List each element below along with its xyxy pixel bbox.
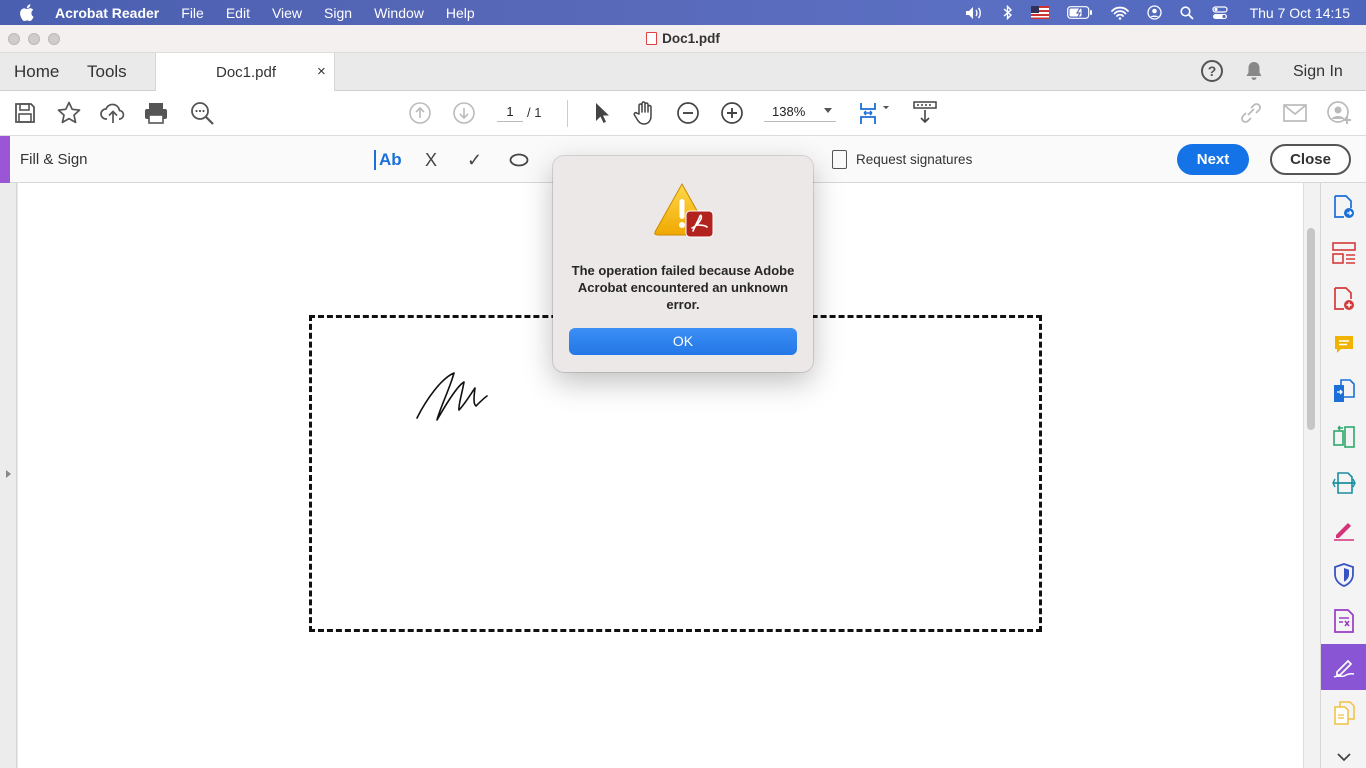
user-account-icon[interactable] xyxy=(1146,5,1162,20)
tab-document[interactable]: Doc1.pdf × xyxy=(155,53,335,91)
zoom-out-icon[interactable] xyxy=(675,100,701,126)
tab-document-label: Doc1.pdf xyxy=(216,64,277,81)
zoom-in-icon[interactable] xyxy=(719,100,745,126)
ellipse-tool-icon[interactable] xyxy=(509,148,529,172)
checkmark-tool[interactable]: ✓ xyxy=(467,148,482,172)
zoom-level-value: 138% xyxy=(772,104,806,119)
spotlight-search-icon[interactable] xyxy=(1179,5,1194,20)
menu-bar: Acrobat Reader File Edit View Sign Windo… xyxy=(0,0,1366,25)
help-icon[interactable]: ? xyxy=(1201,60,1223,82)
previous-page-icon[interactable] xyxy=(407,100,433,126)
window-title-text: Doc1.pdf xyxy=(662,31,720,46)
document-icon xyxy=(832,150,847,169)
menu-sign[interactable]: Sign xyxy=(324,5,352,21)
volume-icon[interactable] xyxy=(965,6,985,20)
protect-shield-icon[interactable] xyxy=(1332,563,1356,587)
window-title: Doc1.pdf xyxy=(0,31,1366,46)
page-number-input[interactable]: 1 xyxy=(497,104,523,122)
add-text-tool-label: Ab xyxy=(379,150,402,169)
request-signatures-label: Request signatures xyxy=(856,152,973,167)
tab-row: Home Tools Doc1.pdf × ? Sign In xyxy=(0,53,1366,91)
menu-edit[interactable]: Edit xyxy=(226,5,250,21)
apple-menu-icon[interactable] xyxy=(19,4,41,21)
find-search-icon[interactable] xyxy=(189,100,215,126)
export-pdf-icon[interactable] xyxy=(1332,195,1356,219)
window-title-bar: Doc1.pdf xyxy=(0,25,1366,53)
menu-view[interactable]: View xyxy=(272,5,302,21)
battery-icon[interactable] xyxy=(1066,6,1093,19)
scroll-mode-icon[interactable] xyxy=(912,100,938,126)
compare-files-icon[interactable] xyxy=(1332,425,1356,449)
cross-mark-tool[interactable]: X xyxy=(425,148,437,172)
warning-icon xyxy=(654,182,714,238)
menu-help[interactable]: Help xyxy=(446,5,475,21)
add-text-tool[interactable]: Ab xyxy=(374,148,402,172)
share-link-icon[interactable] xyxy=(1238,100,1264,126)
share-with-user-icon[interactable] xyxy=(1326,100,1352,126)
more-tools-icon[interactable] xyxy=(1332,701,1356,725)
select-cursor-icon[interactable] xyxy=(588,100,614,126)
page-display-icon[interactable] xyxy=(856,100,892,126)
organize-pages-icon[interactable] xyxy=(1332,241,1356,265)
bluetooth-icon[interactable] xyxy=(1003,5,1013,20)
print-icon[interactable] xyxy=(143,100,169,126)
flag-icon[interactable] xyxy=(1030,6,1049,19)
left-panel-toggle[interactable] xyxy=(0,183,17,768)
chevron-down-icon[interactable] xyxy=(1332,745,1356,768)
wifi-icon[interactable] xyxy=(1110,6,1129,20)
save-icon[interactable] xyxy=(12,100,38,126)
scan-ocr-icon[interactable] xyxy=(1332,471,1356,495)
close-button[interactable]: Close xyxy=(1270,144,1351,175)
handwritten-signature xyxy=(416,372,488,421)
comment-icon[interactable] xyxy=(1332,333,1356,357)
tab-tools[interactable]: Tools xyxy=(87,62,127,82)
notification-bell-icon[interactable] xyxy=(1243,60,1265,87)
sign-in-link[interactable]: Sign In xyxy=(1293,63,1343,81)
control-center-icon[interactable] xyxy=(1211,5,1228,20)
cloud-upload-icon[interactable] xyxy=(100,100,126,126)
bookmark-star-icon[interactable] xyxy=(56,100,82,126)
tab-close-button[interactable]: × xyxy=(317,63,326,80)
page-total: / 1 xyxy=(527,105,542,120)
menu-window[interactable]: Window xyxy=(374,5,424,21)
hand-pan-icon[interactable] xyxy=(631,100,657,126)
email-icon[interactable] xyxy=(1282,100,1308,126)
error-dialog: The operation failed because Adobe Acrob… xyxy=(553,156,813,372)
menu-app-name[interactable]: Acrobat Reader xyxy=(55,5,159,21)
combine-files-icon[interactable] xyxy=(1332,379,1356,403)
pdf-file-icon xyxy=(646,32,658,45)
error-message: The operation failed because Adobe Acrob… xyxy=(571,263,795,312)
next-button[interactable]: Next xyxy=(1177,144,1249,175)
chevron-down-icon xyxy=(824,108,832,113)
prepare-form-icon[interactable] xyxy=(1332,609,1356,633)
toolbar-divider xyxy=(567,100,568,127)
menubar-clock[interactable]: Thu 7 Oct 14:15 xyxy=(1250,5,1350,21)
ok-button[interactable]: OK xyxy=(569,328,797,355)
main-toolbar: 1 / 1 138% xyxy=(0,91,1366,136)
request-signatures-button[interactable]: Request signatures xyxy=(832,150,972,169)
request-signature-pen-icon[interactable] xyxy=(1332,655,1356,679)
zoom-level-dropdown[interactable]: 138% xyxy=(764,104,836,122)
scrollbar-thumb[interactable] xyxy=(1307,228,1315,430)
tools-rail xyxy=(1320,183,1366,768)
menu-file[interactable]: File xyxy=(181,5,204,21)
text-cursor-icon xyxy=(374,150,377,170)
next-page-icon[interactable] xyxy=(451,100,477,126)
fill-sign-label: Fill & Sign xyxy=(20,151,88,168)
fill-sign-pen-icon[interactable] xyxy=(1332,517,1356,541)
fill-sign-accent xyxy=(0,136,10,183)
create-pdf-icon[interactable] xyxy=(1332,287,1356,311)
expand-arrow-icon xyxy=(6,470,11,478)
tab-home[interactable]: Home xyxy=(14,62,59,82)
